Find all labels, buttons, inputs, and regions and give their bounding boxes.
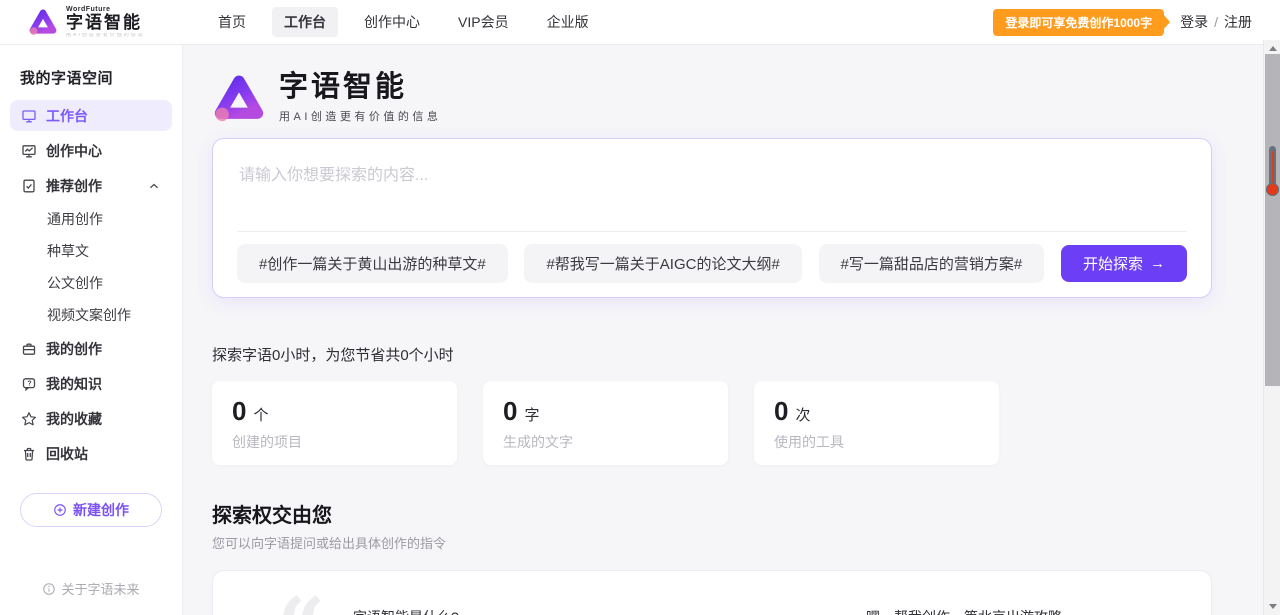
briefcase-icon [21, 341, 37, 357]
svg-text:?: ? [27, 380, 31, 387]
hero-brand-text: 字语智能 用AI创造更有价值的信息 [279, 72, 441, 125]
sidebar-item-recommended[interactable]: 推荐创作 [10, 170, 172, 201]
explore-section-subtitle: 您可以向字语提问或给出具体创作的指令 [212, 533, 1212, 552]
sidebar-heading: 我的字语空间 [0, 45, 182, 98]
auth-separator: / [1214, 14, 1218, 30]
trash-icon [21, 446, 37, 462]
login-promo-badge[interactable]: 登录即可享免费创作1000字 [993, 9, 1164, 36]
auth-links: 登录 / 注册 [1180, 12, 1252, 32]
main-nav: 首页 工作台 创作中心 VIP会员 企业版 [206, 7, 601, 37]
header-right: 登录即可享免费创作1000字 登录 / 注册 [993, 9, 1252, 36]
plus-circle-icon [53, 503, 67, 517]
explore-section-title: 探索权交由您 [212, 499, 1212, 528]
sidebar-item-workbench[interactable]: 工作台 [10, 100, 172, 131]
hero-title: 字语智能 [279, 72, 441, 104]
about-wordfuture-link[interactable]: 关于字语未来 [0, 579, 182, 598]
suggestion-chip-huangshan[interactable]: #创作一篇关于黄山出游的种草文# [237, 244, 508, 283]
scroll-down-button[interactable] [1264, 600, 1280, 612]
example-question: 字语智能是什么? [353, 607, 459, 615]
sidebar-item-my-creations[interactable]: 我的创作 [10, 333, 172, 364]
sidebar-item-recycle-bin[interactable]: 回收站 [10, 438, 172, 469]
sidebar-item-creation-center[interactable]: 创作中心 [10, 135, 172, 166]
header-brand[interactable]: WordFuture 字语智能 用AI创造更有价值的信息 [28, 6, 176, 38]
arrow-right-icon: → [1150, 255, 1165, 272]
suggestion-row: #创作一篇关于黄山出游的种草文# #帮我写一篇关于AIGC的论文大纲# #写一篇… [237, 231, 1187, 297]
sidebar-item-label: 回收站 [46, 444, 88, 464]
main-area: 字语智能 用AI创造更有价值的信息 #创作一篇关于黄山出游的种草文# #帮我写一… [183, 45, 1280, 615]
example-prompt-card: “ 字语智能是什么? 嘿，帮我创作一篇北京出游攻略 [212, 570, 1212, 615]
explore-search-card: #创作一篇关于黄山出游的种草文# #帮我写一篇关于AIGC的论文大纲# #写一篇… [212, 138, 1212, 298]
stat-label: 使用的工具 [774, 432, 979, 452]
scroll-up-button[interactable] [1264, 42, 1280, 54]
stats-row: 0 个 创建的项目 0 字 生成的文字 0 次 [212, 381, 1212, 465]
hero-triangle-logo-icon [212, 71, 266, 125]
stat-value: 0 [503, 396, 517, 427]
sidebar-item-label: 我的知识 [46, 374, 102, 394]
register-link[interactable]: 注册 [1224, 12, 1252, 32]
workbench-monitor-icon [21, 108, 37, 124]
about-label: 关于字语未来 [61, 579, 139, 598]
thermometer-marker-icon [1266, 146, 1279, 196]
start-explore-label: 开始探索 [1083, 253, 1143, 274]
triangle-up-icon [1269, 46, 1277, 51]
sidebar-subitem-seeding[interactable]: 种草文 [0, 235, 182, 267]
chat-question-icon: ? [21, 376, 37, 392]
chevron-up-icon[interactable] [147, 179, 161, 193]
sidebar-item-my-favorites[interactable]: 我的收藏 [10, 403, 172, 434]
suggestion-chip-aigc[interactable]: #帮我写一篇关于AIGC的论文大纲# [524, 244, 801, 283]
top-header: WordFuture 字语智能 用AI创造更有价值的信息 首页 工作台 创作中心… [0, 0, 1280, 45]
stat-label: 生成的文字 [503, 432, 708, 452]
nav-vip[interactable]: VIP会员 [446, 7, 521, 37]
brand-text: WordFuture 字语智能 用AI创造更有价值的信息 [66, 6, 176, 38]
sidebar-item-my-knowledge[interactable]: ? 我的知识 [10, 368, 172, 399]
stat-label: 创建的项目 [232, 432, 437, 452]
sidebar-item-label: 创作中心 [46, 141, 102, 161]
info-icon [42, 582, 56, 596]
sidebar-item-label: 推荐创作 [46, 176, 102, 196]
sidebar-subitem-video-copy[interactable]: 视频文案创作 [0, 299, 182, 331]
stat-card-projects: 0 个 创建的项目 [212, 381, 457, 465]
sidebar: 我的字语空间 工作台 创作中心 推荐创作 [0, 45, 183, 615]
hero-brand: 字语智能 用AI创造更有价值的信息 [212, 71, 1212, 125]
triangle-down-icon [1269, 604, 1277, 609]
nav-enterprise[interactable]: 企业版 [535, 7, 601, 37]
stat-unit: 次 [795, 404, 810, 425]
creation-center-icon [21, 143, 37, 159]
suggestion-chip-dessert[interactable]: #写一篇甜品店的营销方案# [819, 244, 1045, 283]
star-icon [21, 411, 37, 427]
sidebar-item-label: 我的创作 [46, 339, 102, 359]
stats-intro-text: 探索字语0小时，为您节省共0个小时 [212, 344, 1212, 365]
quote-mark-icon: “ [277, 587, 325, 615]
recommended-doc-icon [21, 178, 37, 194]
nav-creation-center[interactable]: 创作中心 [352, 7, 432, 37]
stat-card-words: 0 字 生成的文字 [483, 381, 728, 465]
stat-value: 0 [774, 396, 788, 427]
sidebar-item-label: 我的收藏 [46, 409, 102, 429]
new-creation-button[interactable]: 新建创作 [20, 493, 162, 527]
hero-tagline: 用AI创造更有价值的信息 [279, 108, 441, 124]
scroll-thumb[interactable] [1265, 54, 1280, 386]
explore-input[interactable] [239, 161, 1185, 231]
sidebar-subitem-general[interactable]: 通用创作 [0, 203, 182, 235]
brand-tagline: 用AI创造更有价值的信息 [66, 33, 176, 38]
new-creation-label: 新建创作 [73, 500, 129, 520]
nav-home[interactable]: 首页 [206, 7, 258, 37]
brand-name-en: WordFuture [66, 6, 176, 13]
brand-triangle-icon [28, 7, 58, 37]
sidebar-item-label: 工作台 [46, 106, 88, 126]
example-answer-prompt: 嘿，帮我创作一篇北京出游攻略 [866, 607, 1062, 615]
stat-unit: 个 [253, 404, 268, 425]
login-link[interactable]: 登录 [1180, 12, 1208, 32]
start-explore-button[interactable]: 开始探索 → [1061, 245, 1187, 282]
stat-card-tools: 0 次 使用的工具 [754, 381, 999, 465]
stat-value: 0 [232, 396, 246, 427]
nav-workbench[interactable]: 工作台 [272, 7, 338, 37]
sidebar-subitem-official[interactable]: 公文创作 [0, 267, 182, 299]
stat-unit: 字 [524, 404, 539, 425]
brand-name-cn: 字语智能 [66, 14, 176, 31]
page-scrollbar[interactable] [1263, 40, 1280, 615]
